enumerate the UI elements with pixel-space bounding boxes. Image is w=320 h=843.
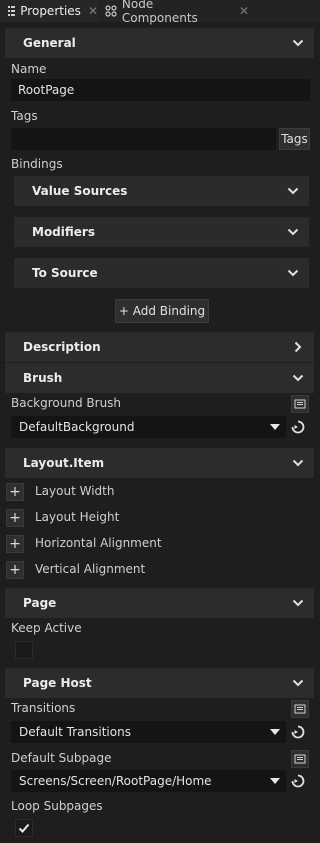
subsection-title: To Source	[32, 266, 98, 280]
chevron-down-icon	[292, 459, 304, 467]
resource-picker-button[interactable]	[291, 750, 309, 768]
bindings-value-sources[interactable]: Value Sources	[14, 176, 309, 206]
section-title: Page	[23, 596, 57, 610]
property-horizontal-alignment: Horizontal Alignment	[35, 536, 162, 550]
resource-icon	[294, 754, 306, 764]
properties-list-icon	[8, 6, 16, 16]
transitions-label: Transitions	[11, 701, 76, 715]
chevron-down-icon	[292, 679, 304, 687]
chevron-right-icon	[294, 341, 302, 353]
resource-picker-button[interactable]	[291, 700, 309, 718]
bindings-modifiers[interactable]: Modifiers	[14, 217, 309, 247]
name-field[interactable]: RootPage	[11, 79, 310, 101]
keep-active-label: Keep Active	[11, 621, 82, 635]
tags-field[interactable]	[11, 128, 276, 150]
resource-icon	[294, 399, 306, 409]
tab-node-components[interactable]: Node Components ✕	[99, 0, 249, 25]
default-subpage-label: Default Subpage	[11, 751, 112, 765]
transitions-dropdown[interactable]: Default Transitions	[11, 721, 286, 743]
chevron-down-icon	[292, 599, 304, 607]
name-label: Name	[11, 62, 47, 76]
tab-properties[interactable]: Properties ✕	[0, 0, 98, 22]
reset-icon[interactable]	[290, 419, 306, 435]
resource-picker-button[interactable]	[291, 395, 309, 413]
section-title: Page Host	[23, 676, 92, 690]
add-binding-button[interactable]: + Add Binding	[115, 299, 209, 323]
section-brush[interactable]: Brush	[5, 363, 314, 393]
close-icon[interactable]: ✕	[88, 4, 98, 18]
add-property-button[interactable]: +	[6, 509, 24, 527]
section-page-host[interactable]: Page Host	[5, 668, 314, 698]
tab-properties-label: Properties	[20, 4, 81, 18]
bindings-label: Bindings	[11, 157, 63, 171]
close-icon[interactable]: ✕	[239, 4, 249, 18]
keep-active-checkbox[interactable]	[15, 641, 33, 659]
dropdown-value: Default Transitions	[19, 725, 131, 739]
section-description[interactable]: Description	[5, 332, 314, 362]
chevron-down-icon	[287, 269, 299, 277]
background-brush-dropdown[interactable]: DefaultBackground	[11, 416, 286, 438]
tags-button[interactable]: Tags	[279, 128, 310, 150]
add-property-button[interactable]: +	[6, 561, 24, 579]
bindings-to-source[interactable]: To Source	[14, 258, 309, 288]
tab-bar: Properties ✕ Node Components ✕	[0, 0, 320, 25]
section-general[interactable]: General	[5, 28, 314, 58]
property-vertical-alignment: Vertical Alignment	[35, 562, 146, 576]
section-title: Description	[23, 340, 101, 354]
chevron-down-icon	[292, 374, 304, 382]
chevron-down-icon	[292, 39, 304, 47]
chevron-down-icon	[287, 187, 299, 195]
dropdown-arrow-icon	[270, 424, 280, 430]
subsection-title: Modifiers	[32, 225, 95, 239]
section-title: Layout.Item	[23, 456, 105, 470]
property-layout-width: Layout Width	[35, 484, 115, 498]
subsection-title: Value Sources	[32, 184, 128, 198]
default-subpage-dropdown[interactable]: Screens/Screen/RootPage/Home	[11, 770, 286, 792]
add-property-button[interactable]: +	[6, 483, 24, 501]
section-page[interactable]: Page	[5, 588, 314, 618]
dropdown-arrow-icon	[270, 729, 280, 735]
reset-icon[interactable]	[290, 724, 306, 740]
node-components-icon	[105, 5, 117, 17]
section-title: General	[23, 36, 76, 50]
dropdown-value: DefaultBackground	[19, 420, 135, 434]
tab-node-components-label: Node Components	[121, 0, 198, 25]
background-brush-label: Background Brush	[11, 396, 122, 410]
add-property-button[interactable]: +	[6, 535, 24, 553]
resource-icon	[294, 704, 306, 714]
tags-label: Tags	[11, 109, 38, 123]
section-title: Brush	[23, 371, 63, 385]
loop-subpages-label: Loop Subpages	[11, 799, 103, 813]
dropdown-value: Screens/Screen/RootPage/Home	[19, 774, 212, 788]
checkmark-icon	[18, 823, 30, 833]
property-layout-height: Layout Height	[35, 510, 120, 524]
loop-subpages-checkbox[interactable]	[15, 819, 33, 837]
reset-icon[interactable]	[290, 773, 306, 789]
chevron-down-icon	[287, 228, 299, 236]
dropdown-arrow-icon	[270, 778, 280, 784]
section-layout-item[interactable]: Layout.Item	[5, 448, 314, 478]
